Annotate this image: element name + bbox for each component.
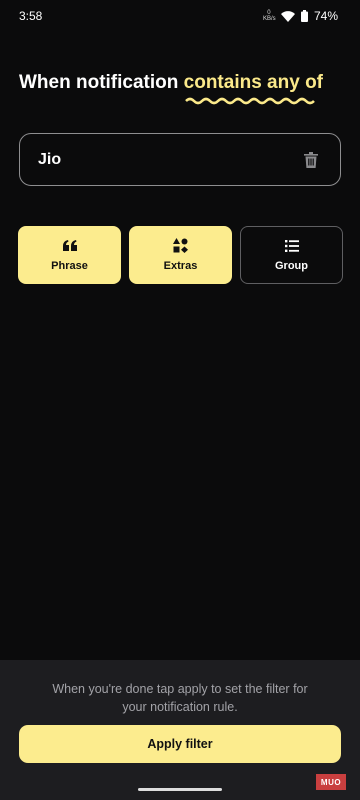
watermark-logo: MUO (316, 774, 346, 790)
squiggle-underline-icon (184, 97, 315, 105)
list-icon (284, 239, 299, 253)
group-label: Group (275, 259, 308, 272)
filter-options: Phrase Extras Group (18, 226, 343, 284)
shapes-icon (173, 238, 188, 253)
home-indicator[interactable] (138, 788, 222, 791)
filter-value: Jio (38, 150, 62, 168)
status-time: 3:58 (19, 9, 43, 23)
apply-filter-button[interactable]: Apply filter (19, 725, 341, 763)
wifi-icon (280, 10, 295, 22)
page-title: When notification contains any of (19, 72, 344, 105)
quote-icon (62, 239, 77, 253)
data-speed-unit: KB/s (262, 16, 276, 22)
extras-button[interactable]: Extras (129, 226, 232, 284)
title-accent: contains any of (183, 72, 324, 105)
title-prefix: When notification (19, 72, 179, 93)
battery-percentage: 74% (313, 9, 338, 23)
bottom-panel: When you're done tap apply to set the fi… (0, 660, 360, 800)
phrase-button[interactable]: Phrase (18, 226, 121, 284)
data-speed-indicator: 0 KB/s (262, 10, 276, 22)
status-bar: 3:58 0 KB/s 74% (0, 0, 360, 32)
title-accent-text: contains any of (183, 72, 324, 93)
status-icons: 0 KB/s 74% (263, 9, 338, 23)
battery-icon (300, 10, 308, 22)
phrase-label: Phrase (51, 259, 88, 272)
extras-label: Extras (163, 259, 198, 272)
filter-input[interactable]: Jio (19, 133, 341, 186)
trash-icon[interactable] (304, 151, 318, 168)
hint-text: When you're done tap apply to set the fi… (52, 682, 308, 714)
group-button[interactable]: Group (240, 226, 343, 284)
